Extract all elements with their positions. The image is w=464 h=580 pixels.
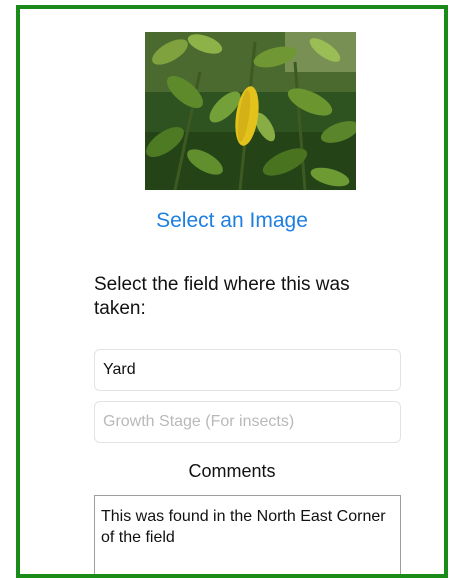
field-input[interactable]: Yard — [94, 349, 401, 391]
growth-stage-input[interactable]: Growth Stage (For insects) — [94, 401, 401, 443]
comments-textarea[interactable]: This was found in the North East Corner … — [94, 495, 401, 574]
field-prompt-label: Select the field where this was taken: — [94, 274, 350, 319]
plant-photo — [145, 32, 356, 190]
comments-label: Comments — [188, 461, 276, 481]
app-frame: Select an Image Select the field where t… — [16, 5, 448, 578]
select-image-button[interactable]: Select an Image — [20, 209, 444, 233]
